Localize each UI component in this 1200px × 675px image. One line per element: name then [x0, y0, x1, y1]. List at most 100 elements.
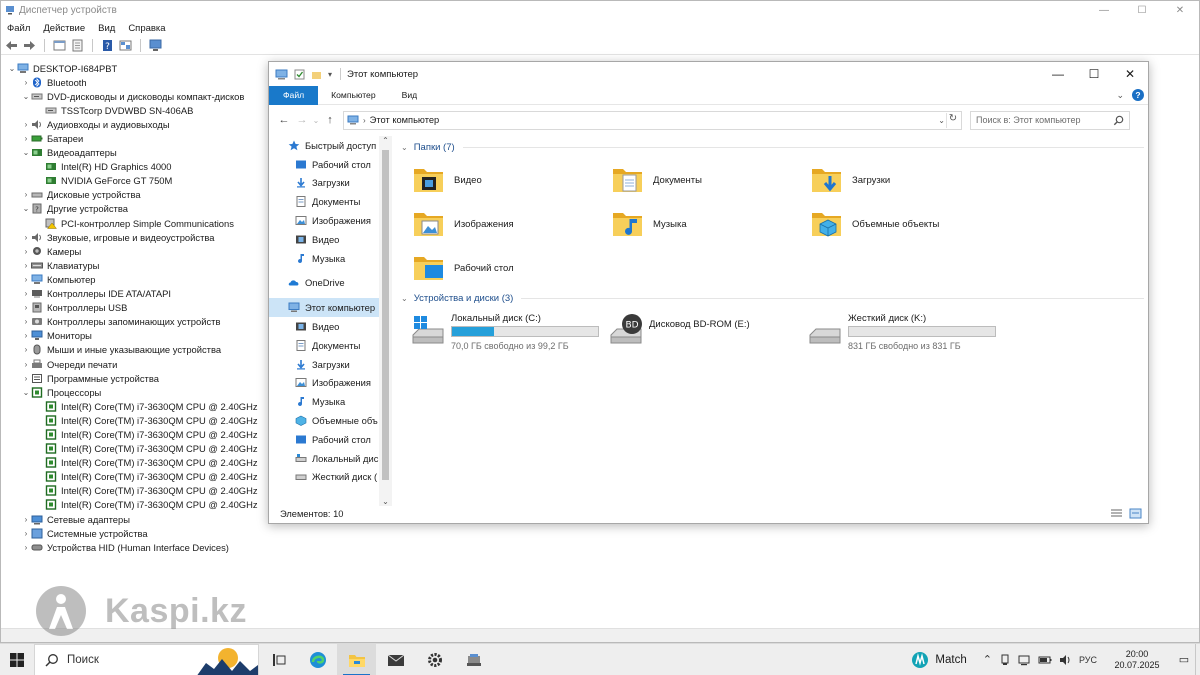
- quick-access-dropdown-icon[interactable]: ▾: [328, 70, 332, 79]
- nav-item[interactable]: Загрузки📌: [269, 174, 391, 193]
- show-hidden-icon[interactable]: [119, 39, 132, 52]
- ribbon-tab-file[interactable]: Файл: [269, 85, 319, 105]
- show-desktop-button[interactable]: [1195, 643, 1200, 675]
- expand-down-chevron-icon[interactable]: ⌄: [21, 92, 31, 101]
- properties-icon[interactable]: [71, 39, 84, 52]
- device-tree-node[interactable]: › Дисковые устройства: [1, 188, 271, 202]
- device-tree-node[interactable]: TSSTcorp DVDWBD SN-406AB: [1, 103, 271, 117]
- device-tree-node[interactable]: › Очереди печати: [1, 357, 271, 371]
- weather-widget[interactable]: Match: [911, 651, 967, 669]
- device-tree-node[interactable]: › Аудиовходы и аудиовыходы: [1, 117, 271, 131]
- nav-item[interactable]: Локальный дис: [269, 449, 391, 468]
- notifications-icon[interactable]: ▭: [1173, 653, 1195, 666]
- device-tree-node[interactable]: › Программные устройства: [1, 371, 271, 385]
- settings-taskbar-button[interactable]: [415, 644, 454, 675]
- expand-down-chevron-icon[interactable]: ⌄: [21, 388, 31, 397]
- network-icon[interactable]: [1018, 654, 1031, 666]
- device-eject-icon[interactable]: [999, 654, 1011, 666]
- device-tree-node[interactable]: ⌄ DVD-дисководы и дисководы компакт-диско…: [1, 89, 271, 103]
- nav-item[interactable]: Видео: [269, 317, 391, 336]
- device-tree-node[interactable]: › Мыши и иные указывающие устройства: [1, 343, 271, 357]
- group-collapse-icon[interactable]: ⌄: [401, 294, 408, 303]
- help-book-icon[interactable]: ?: [101, 39, 114, 52]
- device-tree-node[interactable]: › Bluetooth: [1, 75, 271, 89]
- navigation-pane-scrollbar[interactable]: ⌃ ⌄: [379, 136, 392, 506]
- expand-right-chevron-icon[interactable]: ›: [21, 331, 31, 340]
- device-tree-node[interactable]: Intel(R) Core(TM) i7-3630QM CPU @ 2.40GH…: [1, 484, 271, 498]
- ribbon-expand-icon[interactable]: ⌄: [1116, 90, 1124, 101]
- properties-view-icon[interactable]: [53, 39, 66, 52]
- address-dropdown-icon[interactable]: ⌄: [938, 116, 945, 125]
- expand-right-chevron-icon[interactable]: ›: [21, 515, 31, 524]
- device-tree-node[interactable]: Intel(R) HD Graphics 4000: [1, 160, 271, 174]
- explorer-close-button[interactable]: ✕: [1112, 67, 1148, 81]
- expand-right-chevron-icon[interactable]: ›: [21, 190, 31, 199]
- nav-item[interactable]: Документы: [269, 336, 391, 355]
- folder-tile[interactable]: Изображения: [412, 204, 602, 244]
- device-tree-node[interactable]: › Системные устройства: [1, 526, 271, 540]
- properties-check-icon[interactable]: [294, 69, 305, 80]
- device-tree-node[interactable]: › Сетевые адаптеры: [1, 512, 271, 526]
- device-tree-node[interactable]: ⌄ DESKTOP-I684PBT: [1, 61, 271, 75]
- nav-item[interactable]: Музыка: [269, 392, 391, 411]
- nav-forward-button[interactable]: →: [293, 114, 311, 126]
- dm-maximize-button[interactable]: ☐: [1123, 5, 1161, 16]
- menu-action[interactable]: Действие: [43, 23, 85, 34]
- folder-tile[interactable]: Музыка: [611, 204, 801, 244]
- device-tree-node[interactable]: Intel(R) Core(TM) i7-3630QM CPU @ 2.40GH…: [1, 456, 271, 470]
- menu-file[interactable]: Файл: [7, 23, 30, 34]
- nav-item[interactable]: Документы📌: [269, 192, 391, 211]
- scan-hardware-icon[interactable]: [149, 39, 162, 52]
- folder-tile[interactable]: Рабочий стол: [412, 248, 602, 288]
- expand-right-chevron-icon[interactable]: ›: [21, 345, 31, 354]
- drive-tile[interactable]: Жесткий диск (K:) 831 ГБ свободно из 831 …: [808, 313, 1008, 353]
- task-view-button[interactable]: [259, 644, 298, 675]
- device-tree-node[interactable]: › Мониторы: [1, 329, 271, 343]
- folder-tile[interactable]: Документы: [611, 160, 801, 200]
- recent-locations-icon[interactable]: ⌄: [311, 116, 321, 125]
- nav-item[interactable]: Изображения: [269, 374, 391, 393]
- expand-right-chevron-icon[interactable]: ›: [21, 134, 31, 143]
- device-tree-node[interactable]: › Компьютер: [1, 272, 271, 286]
- explorer-minimize-button[interactable]: —: [1040, 67, 1076, 81]
- expand-down-chevron-icon[interactable]: ⌄: [7, 64, 17, 73]
- device-tree-node[interactable]: ⌄ Видеоадаптеры: [1, 146, 271, 160]
- folder-tile[interactable]: Объемные объекты: [810, 204, 1000, 244]
- refresh-icon[interactable]: ↻: [946, 112, 959, 128]
- address-bar[interactable]: › Этот компьютер ⌄ ↻: [343, 110, 962, 130]
- nav-up-button[interactable]: ↑: [321, 114, 339, 126]
- file-explorer-taskbar-button[interactable]: [337, 643, 376, 675]
- scroll-thumb[interactable]: [382, 150, 389, 480]
- volume-icon[interactable]: [1059, 654, 1072, 666]
- nav-item[interactable]: Видео: [269, 230, 391, 249]
- folder-tile[interactable]: Видео: [412, 160, 602, 200]
- expand-right-chevron-icon[interactable]: ›: [21, 233, 31, 242]
- device-tree-node[interactable]: ⌄? Другие устройства: [1, 202, 271, 216]
- forward-arrow-icon[interactable]: [23, 39, 36, 52]
- device-tree-node[interactable]: Intel(R) Core(TM) i7-3630QM CPU @ 2.40GH…: [1, 498, 271, 512]
- expand-down-chevron-icon[interactable]: ⌄: [21, 204, 31, 213]
- device-manager-taskbar-button[interactable]: [454, 644, 493, 675]
- breadcrumb-chevron-icon[interactable]: ›: [363, 116, 366, 125]
- device-tree-node[interactable]: › Устройства HID (Human Interface Devices…: [1, 540, 271, 554]
- expand-right-chevron-icon[interactable]: ›: [21, 261, 31, 270]
- explorer-maximize-button[interactable]: ☐: [1076, 67, 1112, 81]
- device-tree-node[interactable]: › Контроллеры IDE ATA/ATAPI: [1, 287, 271, 301]
- dm-minimize-button[interactable]: —: [1085, 5, 1123, 16]
- input-language[interactable]: РУС: [1079, 655, 1097, 665]
- expand-right-chevron-icon[interactable]: ›: [21, 543, 31, 552]
- nav-item[interactable]: Изображения📌: [269, 211, 391, 230]
- expand-right-chevron-icon[interactable]: ›: [21, 78, 31, 87]
- nav-item[interactable]: OneDrive: [269, 274, 391, 293]
- expand-right-chevron-icon[interactable]: ›: [21, 289, 31, 298]
- details-view-icon[interactable]: [1110, 508, 1123, 519]
- folders-group-header[interactable]: ⌄ Папки (7): [397, 138, 1148, 156]
- menu-view[interactable]: Вид: [98, 23, 115, 34]
- clock[interactable]: 20:00 20.07.2025: [1107, 649, 1167, 671]
- nav-item[interactable]: Жесткий диск (: [269, 468, 391, 487]
- back-arrow-icon[interactable]: [5, 39, 18, 52]
- help-button[interactable]: ?: [1132, 89, 1144, 101]
- device-tree-node[interactable]: ⌄ Процессоры: [1, 385, 271, 399]
- drive-tile[interactable]: BD Дисковод BD-ROM (E:): [609, 313, 809, 353]
- group-collapse-icon[interactable]: ⌄: [401, 143, 408, 152]
